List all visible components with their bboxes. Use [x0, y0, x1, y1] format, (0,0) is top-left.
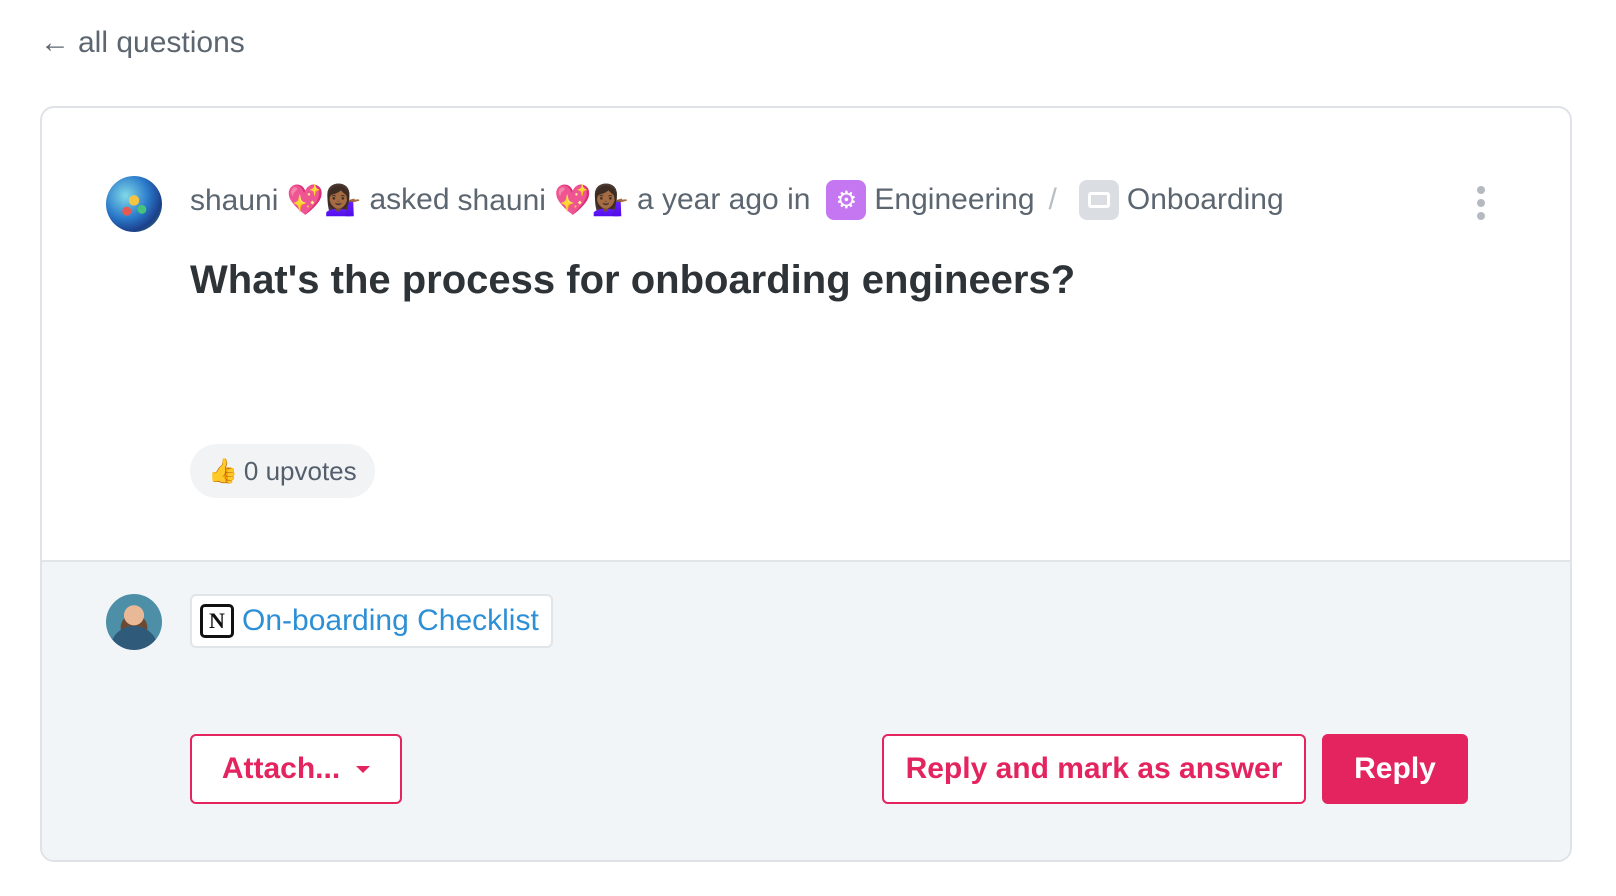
notion-icon: N	[200, 604, 234, 638]
attachment-link[interactable]: On-boarding Checklist	[242, 604, 539, 638]
arrow-left-icon: ←	[40, 26, 70, 59]
asked-verb: asked	[369, 183, 450, 216]
question-card: shauni 💖💁🏾‍♀️ asked shauni 💖💁🏾‍♀️ a year…	[40, 106, 1572, 862]
reply-button[interactable]: Reply	[1322, 734, 1468, 804]
breadcrumb-separator: /	[1048, 183, 1057, 216]
back-link[interactable]: ← all questions	[40, 26, 245, 60]
attach-dropdown-button[interactable]: Attach...	[190, 734, 402, 804]
asker-avatar[interactable]	[106, 176, 162, 232]
back-link-label: all questions	[78, 26, 245, 59]
question-title: What's the process for onboarding engine…	[190, 258, 1076, 302]
attachment-chip[interactable]: N On-boarding Checklist	[190, 594, 553, 648]
reply-composer: N On-boarding Checklist Attach... Reply …	[42, 560, 1570, 860]
more-options-icon[interactable]	[1472, 186, 1490, 220]
folder-icon	[1078, 180, 1119, 220]
upvote-button[interactable]: 👍 0 upvotes	[190, 444, 375, 498]
reply-and-mark-answer-button[interactable]: Reply and mark as answer	[882, 734, 1306, 804]
question-meta: shauni 💖💁🏾‍♀️ asked shauni 💖💁🏾‍♀️ a year…	[190, 180, 1284, 220]
time-ago: a year ago in	[636, 183, 811, 216]
question-section: shauni 💖💁🏾‍♀️ asked shauni 💖💁🏾‍♀️ a year…	[42, 108, 1570, 580]
thumbs-up-icon: 👍	[208, 457, 238, 485]
caret-down-icon	[356, 765, 371, 773]
upvote-count: 0 upvotes	[243, 455, 357, 486]
folder-link[interactable]: Onboarding	[1127, 183, 1284, 217]
current-user-avatar	[106, 594, 162, 650]
asker-name[interactable]: shauni 💖💁🏾‍♀️	[190, 183, 361, 218]
channel-link[interactable]: Engineering	[874, 183, 1034, 217]
gear-icon: ⚙	[826, 180, 867, 220]
attach-label: Attach...	[221, 752, 341, 785]
target-name[interactable]: shauni 💖💁🏾‍♀️	[458, 183, 629, 218]
